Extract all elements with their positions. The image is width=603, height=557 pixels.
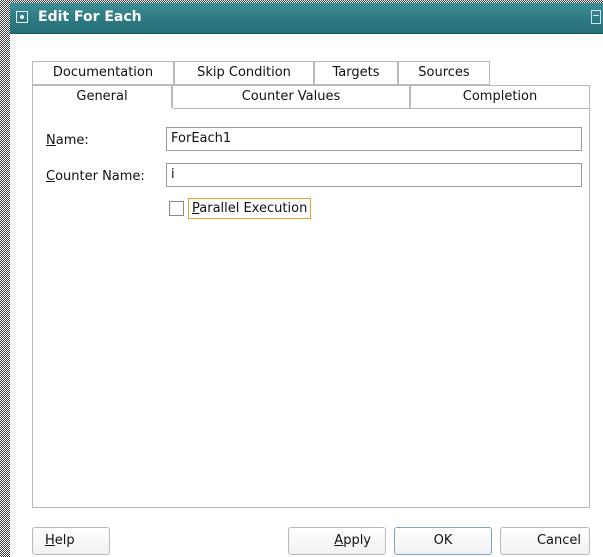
tab-documentation[interactable]: Documentation [32, 61, 174, 85]
tab-label: Counter Values [241, 89, 341, 104]
tab-sources[interactable]: Sources [398, 61, 490, 85]
name-field[interactable]: ForEach1 [166, 127, 582, 151]
counter-name-label-mnemonic: C [46, 169, 56, 184]
ok-label: OK [433, 533, 453, 548]
maximize-icon[interactable] [591, 10, 601, 24]
tab-targets[interactable]: Targets [314, 61, 398, 85]
selected-tab-join [33, 108, 173, 110]
parallel-execution-label[interactable]: Parallel Execution [188, 198, 312, 219]
counter-name-label-text: ounter Name: [55, 169, 145, 184]
desktop-background-left [0, 0, 10, 557]
counter-name-field[interactable]: i [166, 163, 582, 187]
tab-label: Completion [462, 89, 538, 104]
dialog-title: Edit For Each [38, 9, 142, 25]
tab-label: Targets [332, 65, 380, 80]
parallel-execution-checkbox[interactable] [169, 201, 184, 216]
help-mnemonic: H [45, 533, 55, 548]
name-label-mnemonic: N [46, 133, 56, 148]
tab-completion[interactable]: Completion [410, 85, 590, 109]
counter-name-label: Counter Name: [46, 169, 145, 184]
apply-button[interactable]: Apply [288, 527, 386, 555]
parallel-label-text: arallel Execution [199, 201, 308, 216]
dialog-radio-icon [16, 11, 28, 23]
tab-counter-values[interactable]: Counter Values [172, 85, 410, 109]
name-label: Name: [46, 133, 89, 148]
cancel-button[interactable]: Cancel [500, 527, 590, 555]
tab-label: Documentation [52, 65, 154, 80]
help-button[interactable]: Help [32, 527, 110, 555]
tab-label: General [76, 89, 128, 104]
tab-label: Sources [418, 65, 470, 80]
edit-for-each-dialog: Edit For Each Documentation Skip Conditi… [10, 3, 603, 557]
apply-label: pply [343, 533, 371, 548]
apply-mnemonic: A [334, 533, 344, 548]
tab-label: Skip Condition [197, 65, 291, 80]
dialog-titlebar[interactable]: Edit For Each [10, 3, 603, 34]
tab-general[interactable]: General [32, 85, 172, 109]
ok-button[interactable]: OK [394, 527, 492, 555]
help-label: elp [54, 533, 75, 548]
tab-skip-condition[interactable]: Skip Condition [174, 61, 314, 85]
name-label-text: ame: [55, 133, 89, 148]
cancel-label: Cancel [536, 533, 581, 548]
